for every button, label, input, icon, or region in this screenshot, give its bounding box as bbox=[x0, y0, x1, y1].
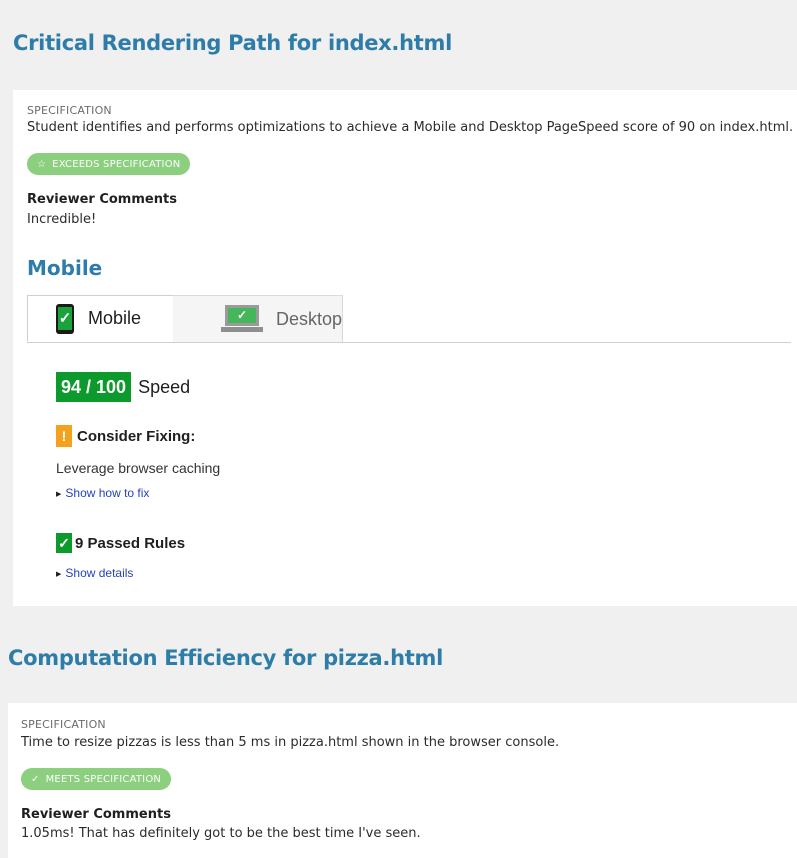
score-label: Speed bbox=[138, 376, 191, 397]
score-value: 94 / 100 bbox=[56, 372, 132, 402]
spec-text: Time to resize pizzas is less than 5 ms … bbox=[21, 735, 560, 750]
show-how-to-fix-link[interactable]: ▶ Show how to fix bbox=[56, 486, 149, 500]
laptop-icon: ✓ bbox=[221, 305, 263, 333]
warning-icon: ! bbox=[56, 425, 72, 447]
pagespeed-tabs: ✓ Mobile ✓ Desktop bbox=[27, 295, 791, 343]
section-title: Computation Efficiency for pizza.html bbox=[8, 646, 443, 670]
spec-label: SPECIFICATION bbox=[27, 104, 112, 117]
reviewer-comments-text: Incredible! bbox=[27, 212, 97, 227]
status-badge: ☆ EXCEEDS SPECIFICATION bbox=[27, 153, 191, 175]
consider-fixing-label: Consider Fixing: bbox=[77, 427, 196, 445]
tab-label: Mobile bbox=[88, 308, 142, 328]
check-icon: ✓ bbox=[31, 773, 40, 785]
passed-rules-header: ✓ 9 Passed Rules bbox=[56, 533, 185, 553]
speed-score: 94 / 100 Speed bbox=[56, 372, 190, 402]
consider-fixing-header: ! Consider Fixing: bbox=[56, 425, 195, 447]
tab-label: Desktop bbox=[275, 308, 342, 329]
tab-desktop[interactable]: ✓ Desktop bbox=[173, 295, 343, 342]
status-badge: ✓ MEETS SPECIFICATION bbox=[21, 768, 172, 790]
caret-right-icon: ▶ bbox=[56, 491, 62, 498]
spec-text: Student identifies and performs optimiza… bbox=[27, 120, 794, 135]
link-label: Show details bbox=[65, 566, 134, 580]
phone-icon: ✓ bbox=[56, 303, 74, 334]
tab-mobile[interactable]: ✓ Mobile bbox=[27, 295, 174, 342]
caret-right-icon: ▶ bbox=[56, 571, 62, 578]
spec-label: SPECIFICATION bbox=[21, 718, 106, 731]
badge-label: MEETS SPECIFICATION bbox=[45, 773, 162, 785]
show-details-link[interactable]: ▶ Show details bbox=[56, 566, 133, 580]
rule-item: Leverage browser caching bbox=[56, 460, 221, 476]
badge-label: EXCEEDS SPECIFICATION bbox=[52, 158, 181, 170]
reviewer-comments-title: Reviewer Comments bbox=[21, 807, 171, 822]
reviewer-comments-text: 1.05ms! That has definitely got to be th… bbox=[21, 826, 421, 841]
passed-rules-label: 9 Passed Rules bbox=[75, 534, 186, 552]
star-icon: ☆ bbox=[37, 158, 47, 170]
check-icon: ✓ bbox=[56, 533, 72, 553]
subheading: Mobile bbox=[27, 256, 103, 280]
section-title: Critical Rendering Path for index.html bbox=[13, 31, 452, 55]
link-label: Show how to fix bbox=[65, 486, 150, 500]
reviewer-comments-title: Reviewer Comments bbox=[27, 192, 177, 207]
